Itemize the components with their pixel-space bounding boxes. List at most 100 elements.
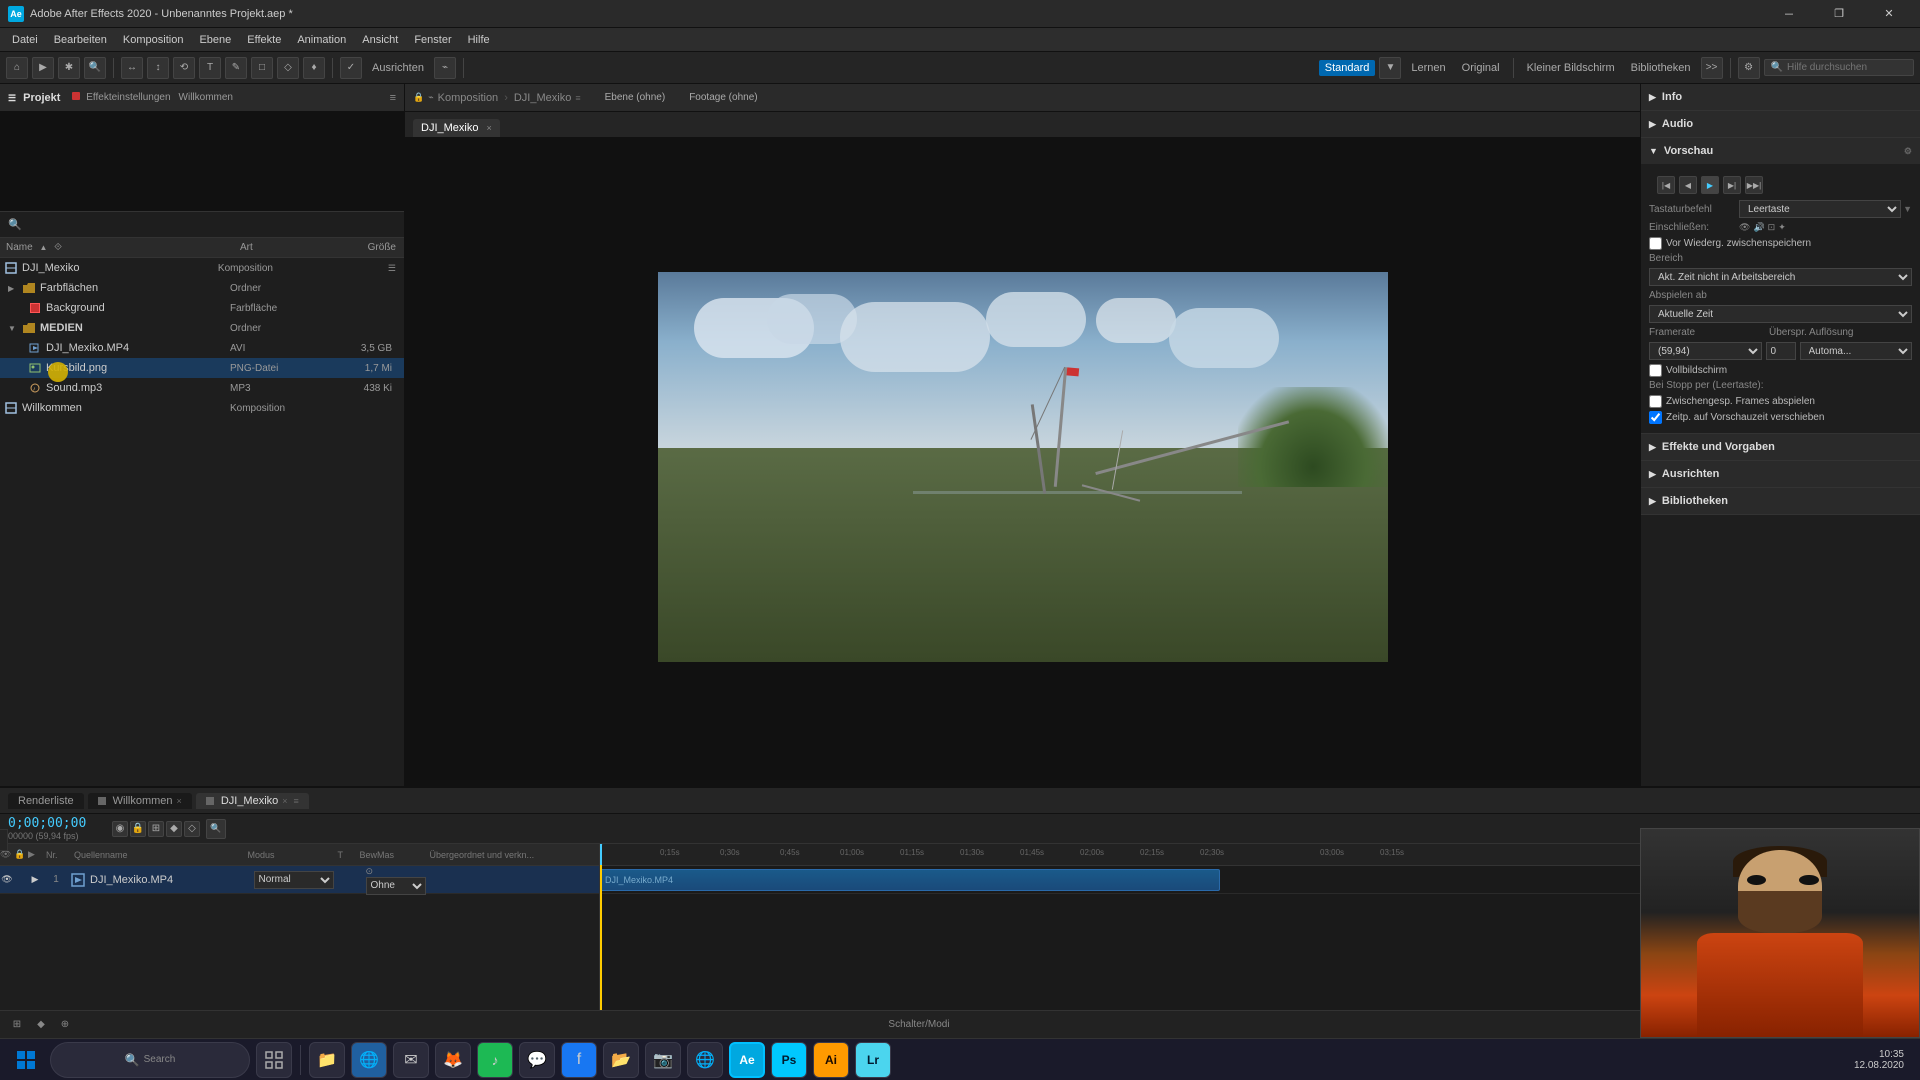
layer-mode-select[interactable]: Normal [254,871,334,889]
col-header-name[interactable]: Name ▲ ⟐ [0,242,234,253]
ausrichten-section-header[interactable]: ▶ Ausrichten [1641,461,1920,487]
tab-close-icon2[interactable]: × [282,796,287,806]
audio-section-header[interactable]: ▶ Audio [1641,111,1920,137]
taskbar-lr[interactable]: Lr [855,1042,891,1078]
playhead[interactable] [600,844,602,865]
project-search-input[interactable] [28,219,396,231]
list-item[interactable]: DJI_Mexiko Komposition ☰ [0,258,404,278]
list-item[interactable]: Willkommen Komposition [0,398,404,418]
tl-expand-btn[interactable]: ⊞ [148,821,164,837]
close-button[interactable]: ✕ [1866,0,1912,28]
taskbar-ai[interactable]: Ai [813,1042,849,1078]
prev-back-btn[interactable]: ◀ [1679,176,1697,194]
menu-ebene[interactable]: Ebene [191,32,239,48]
toolbar-lernen[interactable]: Lernen [1405,60,1451,76]
list-item[interactable]: ▼ MEDIEN Ordner [0,318,404,338]
preview-settings-icon[interactable]: ⚙ [1904,146,1912,157]
taskbar-explorer[interactable]: 📂 [603,1042,639,1078]
tastaturbefehl-select[interactable]: Leertaste [1739,200,1901,218]
tl-bottom-btn1[interactable]: ⊞ [8,1016,26,1034]
maximize-button[interactable]: ❐ [1816,0,1862,28]
tl-bottom-btn3[interactable]: ⊕ [56,1016,74,1034]
vor-wiederg-checkbox[interactable] [1649,237,1662,250]
layer-bewmas-select[interactable]: Ohne [366,877,426,895]
comp-menu-icon[interactable]: ≡ [575,93,580,103]
overflow-toggle[interactable]: ⊡ [1768,222,1776,233]
help-search-input[interactable] [1787,62,1907,73]
tl-keyframe-btn[interactable]: ◇ [184,821,200,837]
toolbar-puppet[interactable]: ♦ [303,57,325,79]
toolbar-bibliotheken[interactable]: Bibliotheken [1625,60,1697,76]
tab-close-icon[interactable]: × [177,796,182,806]
menu-effekte[interactable]: Effekte [239,32,289,48]
audio-toggle[interactable]: 🔊 [1753,222,1764,233]
menu-komposition[interactable]: Komposition [115,32,192,48]
tab-settings-icon[interactable]: ≡ [294,796,299,806]
tl-bottom-btn2[interactable]: ◆ [32,1016,50,1034]
toolbar-eraser[interactable]: ◇ [277,57,299,79]
toolbar-original[interactable]: Original [1456,60,1506,76]
col-header-type[interactable]: Art [234,242,334,253]
comp-tab-close-icon[interactable]: × [486,123,491,133]
taskbar-firefox[interactable]: 🦊 [435,1042,471,1078]
taskbar-browser2[interactable]: 🌐 [687,1042,723,1078]
timeline-timecode[interactable]: 0;00;00;00 [8,816,98,831]
toolbar-more[interactable]: >> [1701,57,1723,79]
toolbar-rotate[interactable]: ↔ [121,57,143,79]
toolbar-kleiner[interactable]: Kleiner Bildschirm [1521,60,1621,76]
folder-expand-icon2[interactable]: ▼ [8,322,20,334]
layer-vis-toggle[interactable]: 👁 [0,874,14,885]
preview-section-header[interactable]: ▼ Vorschau ⚙ [1641,138,1920,164]
breadcrumb-comp[interactable]: Komposition [438,92,499,104]
comp-preview[interactable] [405,138,1640,796]
comp-tab-dji[interactable]: DJI_Mexiko × [413,119,500,137]
framerate-select[interactable]: (59,94) [1649,342,1762,360]
zwischengesp-checkbox[interactable] [1649,395,1662,408]
framerate-skip-input[interactable] [1766,342,1796,360]
effects-toggle[interactable]: ✦ [1778,222,1786,233]
toolbar-pen[interactable]: ⟲ [173,57,195,79]
prev-first-btn[interactable]: |◀ [1657,176,1675,194]
tl-tab-renderliste[interactable]: Renderliste [8,793,84,809]
col-header-size[interactable]: Größe [334,242,404,253]
bibliotheken-section-header[interactable]: ▶ Bibliotheken [1641,488,1920,514]
toolbar-stamp[interactable]: □ [251,57,273,79]
layer-expand-toggle[interactable]: ▶ [28,874,42,885]
toolbar-cam[interactable]: ↕ [147,57,169,79]
toolbar-ausrichten[interactable]: Ausrichten [366,60,430,76]
menu-ansicht[interactable]: Ansicht [354,32,406,48]
toolbar-text[interactable]: T [199,57,221,79]
bewmas-eye-icon[interactable]: ⊙ [366,866,374,876]
taskbar-music[interactable]: ♪ [477,1042,513,1078]
tl-tab-dji[interactable]: DJI_Mexiko × ≡ [196,793,309,809]
bereich-select[interactable]: Akt. Zeit nicht in Arbeitsbereich [1649,268,1912,286]
toolbar-zoom[interactable]: 🔍 [84,57,106,79]
tastaturbefehl-arrow[interactable]: ▼ [1903,204,1912,214]
menu-fenster[interactable]: Fenster [406,32,459,48]
taskbar-ps[interactable]: Ps [771,1042,807,1078]
toolbar-brush[interactable]: ✎ [225,57,247,79]
menu-datei[interactable]: Datei [4,32,46,48]
toolbar-snap[interactable]: ⌁ [434,57,456,79]
resolution-select[interactable]: Automa... [1800,342,1913,360]
tl-solo-btn[interactable]: ◉ [112,821,128,837]
item-options-icon[interactable]: ☰ [388,263,396,274]
project-panel-menu[interactable]: ≡ [390,92,396,104]
vollbild-checkbox[interactable] [1649,364,1662,377]
menu-animation[interactable]: Animation [289,32,354,48]
layer-row[interactable]: 👁 ▶ 1 DJI_Mexiko.MP4 Normal ⊙ Ohne [0,866,599,894]
info-section-header[interactable]: ▶ Info [1641,84,1920,110]
prev-play-btn[interactable]: ▶ [1701,176,1719,194]
folder-expand-icon[interactable]: ▶ [8,282,20,294]
tl-tab-willkommen[interactable]: Willkommen × [88,793,192,809]
toolbar-home[interactable]: ⌂ [6,57,28,79]
timeline-clip[interactable]: DJI_Mexiko.MP4 [600,869,1220,891]
prev-fwd-btn[interactable]: ▶| [1723,176,1741,194]
comp-lock-icon[interactable]: 🔒 [413,92,424,103]
taskbar-facebook[interactable]: f [561,1042,597,1078]
taskbar-windows-start[interactable] [8,1042,44,1078]
tl-lock-btn[interactable]: 🔒 [130,821,146,837]
toolbar-standard-menu[interactable]: ▼ [1379,57,1401,79]
taskbar-mail[interactable]: ✉ [393,1042,429,1078]
tl-markers-btn[interactable]: ◆ [166,821,182,837]
